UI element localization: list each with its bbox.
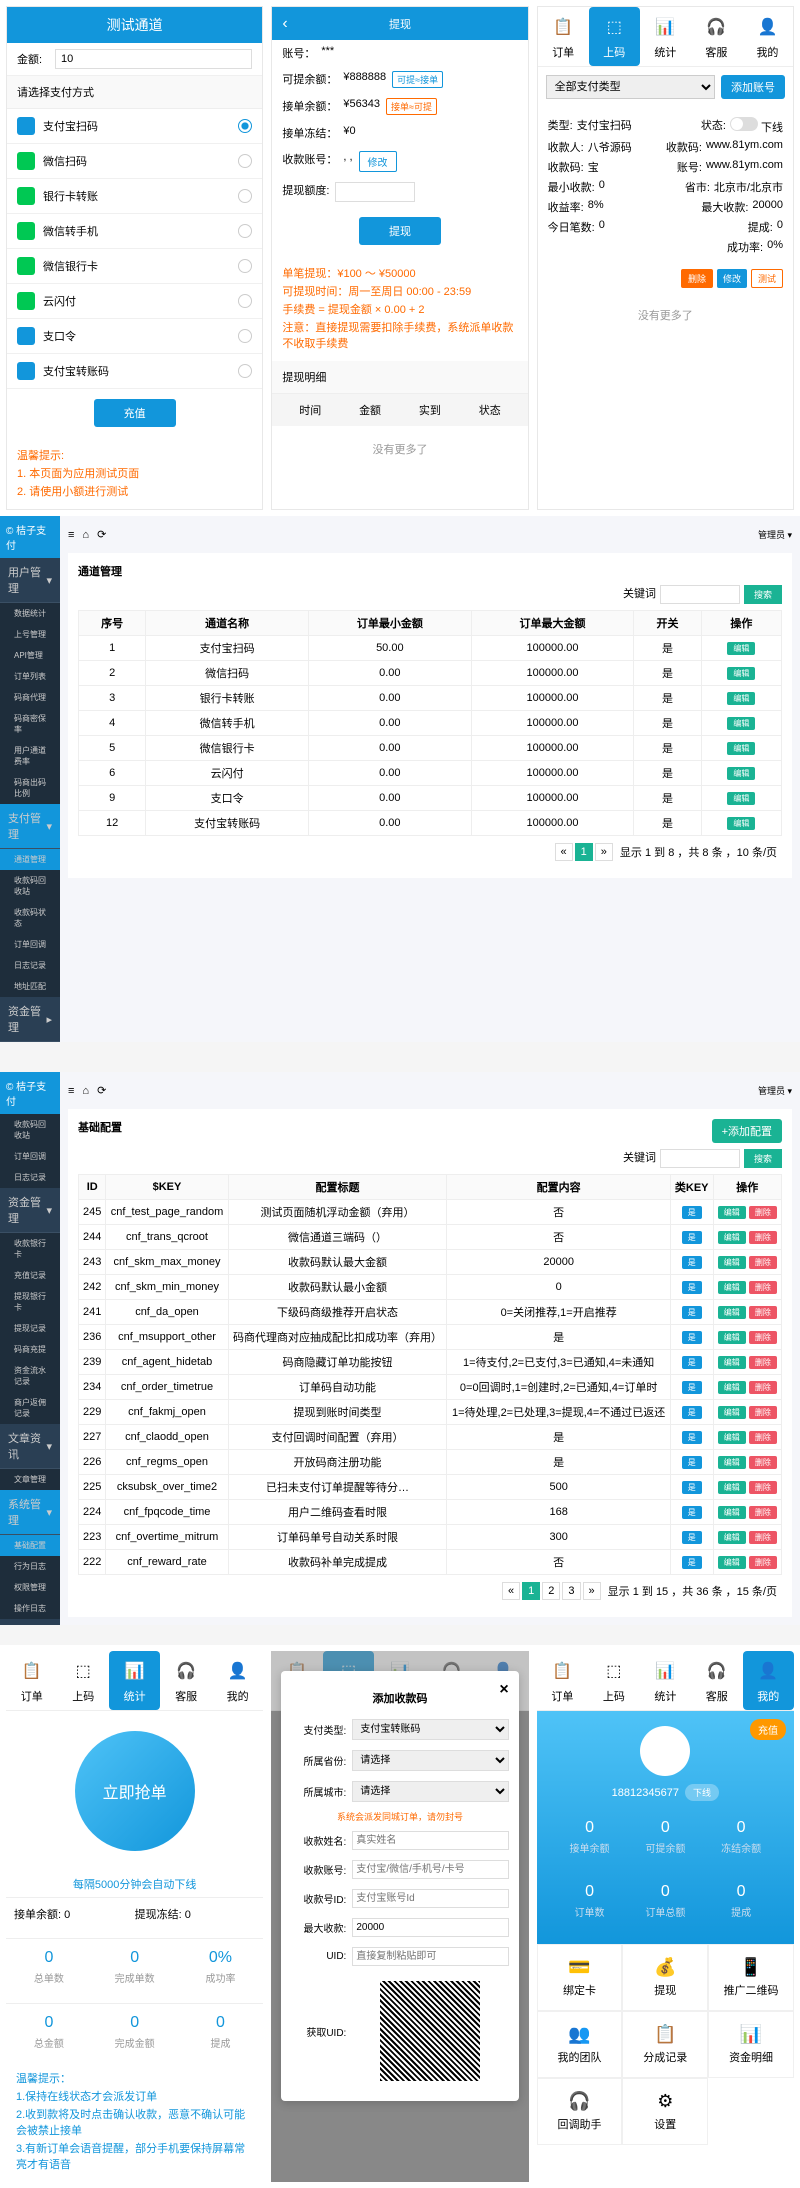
close-icon[interactable]: × bbox=[499, 1681, 508, 1699]
amount-input[interactable] bbox=[55, 49, 252, 69]
panel-title: 测试通道 bbox=[7, 7, 262, 43]
test-button[interactable]: 测试 bbox=[751, 269, 783, 288]
menu-user[interactable]: 用户管理▾ bbox=[0, 558, 60, 603]
account-panel: 📋订单⬚上码📊统计🎧客服👤我的 全部支付类型添加账号 类型:支付宝扫码状态: 下… bbox=[537, 6, 794, 510]
menu-icon[interactable]: ≡ bbox=[68, 529, 74, 541]
pay-option[interactable]: 支口令 bbox=[7, 319, 262, 354]
add-config-button[interactable]: +添加配置 bbox=[712, 1119, 782, 1143]
admin-channel-panel: © 桔子支付 用户管理▾ 数据统计上号管理API管理订单列表码商代理码商密保率用… bbox=[0, 516, 800, 1042]
recharge-button[interactable]: 充值 bbox=[750, 1719, 786, 1740]
menu-cell[interactable]: 👥我的团队 bbox=[537, 2011, 623, 2078]
tab[interactable]: ⬚上码 bbox=[589, 7, 640, 66]
pay-option[interactable]: 微信扫码 bbox=[7, 144, 262, 179]
qr-code bbox=[380, 1981, 480, 2081]
add-account-button[interactable]: 添加账号 bbox=[721, 75, 785, 99]
withdraw-button[interactable]: 提现 bbox=[359, 217, 441, 245]
pay-option[interactable]: 微信转手机 bbox=[7, 214, 262, 249]
tab[interactable]: 📊统计 bbox=[640, 7, 691, 66]
admin-config-panel: © 桔子支付 收款码回收站订单回调日志记录 资金管理▾ 收款银行卡充值记录提现银… bbox=[0, 1072, 800, 1625]
menu-cell[interactable]: 💰提现 bbox=[622, 1944, 708, 2011]
home-icon[interactable]: ⌂ bbox=[82, 529, 89, 541]
pay-option[interactable]: 支付宝转账码 bbox=[7, 354, 262, 389]
pay-option[interactable]: 银行卡转账 bbox=[7, 179, 262, 214]
grab-order-panel: 📋订单⬚上码📊统计🎧客服👤我的 立即抢单 每隔5000分钟会自动下线 接单余额:… bbox=[6, 1651, 263, 2182]
withdraw-amount-input[interactable] bbox=[335, 182, 415, 202]
menu-cell[interactable]: ⚙设置 bbox=[622, 2078, 708, 2145]
menu-pay[interactable]: 支付管理▾ bbox=[0, 804, 60, 849]
tab[interactable]: 🎧客服 bbox=[691, 7, 742, 66]
profile-panel: 📋订单⬚上码📊统计🎧客服👤我的 充值 18812345677下线 0接单余额0可… bbox=[537, 1651, 794, 2182]
avatar bbox=[640, 1726, 690, 1776]
grab-order-button[interactable]: 立即抢单 bbox=[75, 1731, 195, 1851]
modify-button[interactable]: 修改 bbox=[359, 151, 397, 172]
menu-cell[interactable]: 💳绑定卡 bbox=[537, 1944, 623, 2011]
delete-button[interactable]: 删除 bbox=[681, 269, 713, 288]
add-qr-panel: 📋订单⬚上码📊统计🎧客服👤我的 添加收款码× 支付类型:支付宝转账码所属省份:请… bbox=[271, 1651, 528, 2182]
pay-option[interactable]: 微信银行卡 bbox=[7, 249, 262, 284]
back-icon[interactable]: ‹ bbox=[282, 15, 287, 33]
menu-cell[interactable]: 🎧回调助手 bbox=[537, 2078, 623, 2145]
keyword-input[interactable] bbox=[660, 585, 740, 604]
tab[interactable]: 📋订单 bbox=[538, 7, 589, 66]
test-channel-panel: 测试通道 金额: 请选择支付方式 支付宝扫码微信扫码银行卡转账微信转手机微信银行… bbox=[6, 6, 263, 510]
pay-option[interactable]: 云闪付 bbox=[7, 284, 262, 319]
search-button[interactable]: 搜索 bbox=[744, 585, 782, 604]
refresh-icon[interactable]: ⟳ bbox=[97, 528, 106, 541]
tab[interactable]: 👤我的 bbox=[742, 7, 793, 66]
recharge-button[interactable]: 充值 bbox=[94, 399, 176, 427]
menu-cell[interactable]: 📋分成记录 bbox=[622, 2011, 708, 2078]
pay-option[interactable]: 支付宝扫码 bbox=[7, 109, 262, 144]
menu-fund[interactable]: 资金管理▸ bbox=[0, 997, 60, 1042]
withdraw-panel: ‹提现 账号：*** 可提余额：¥888888可提≈接单 接单余额：¥56343… bbox=[271, 6, 528, 510]
modify-button[interactable]: 修改 bbox=[717, 269, 747, 288]
menu-cell[interactable]: 📊资金明细 bbox=[708, 2011, 794, 2078]
menu-cell[interactable]: 📱推广二维码 bbox=[708, 1944, 794, 2011]
pay-type-select[interactable]: 全部支付类型 bbox=[546, 75, 715, 99]
